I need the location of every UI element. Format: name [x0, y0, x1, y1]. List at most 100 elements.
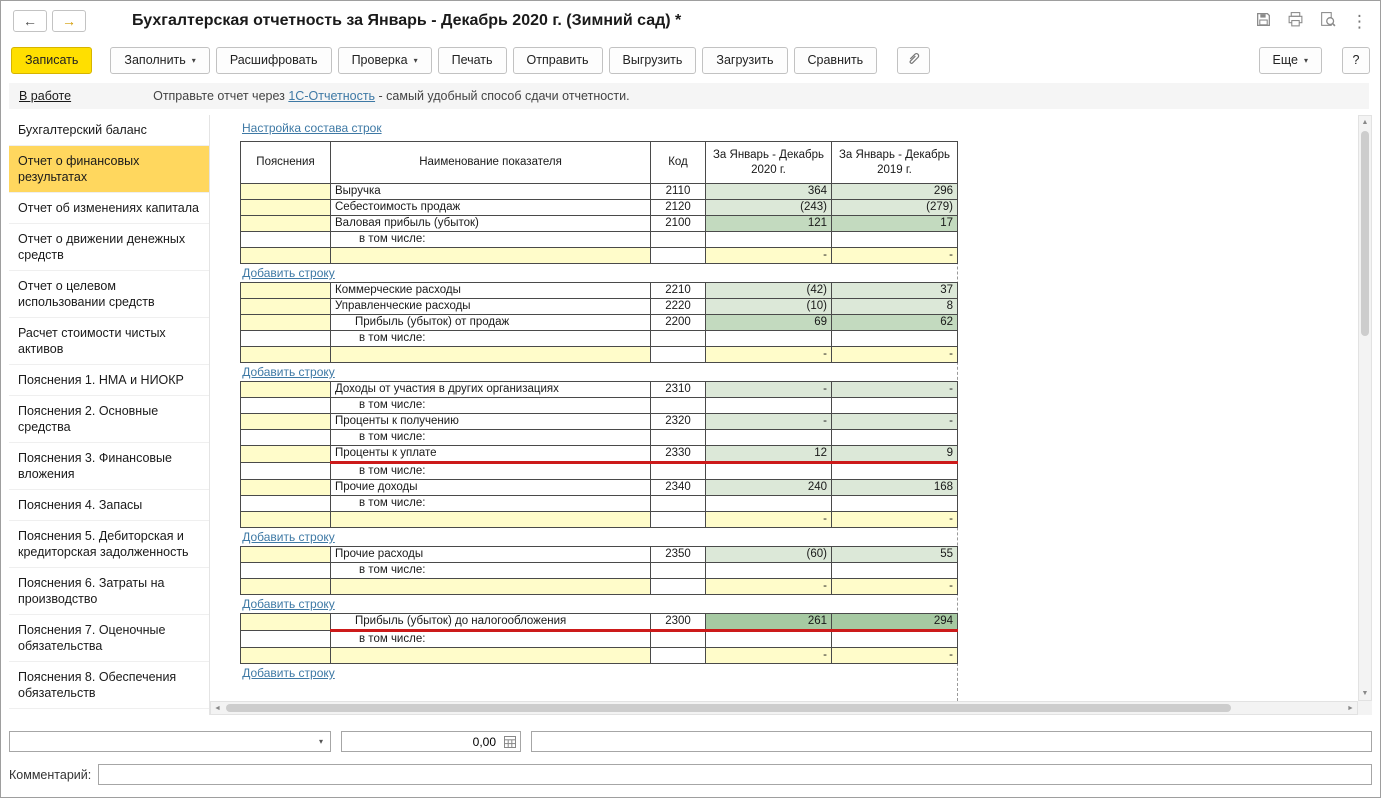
- add-row-link[interactable]: Добавить строку: [242, 266, 335, 280]
- value-2020-cell[interactable]: 12: [705, 445, 832, 464]
- more-button[interactable]: Еще ▾: [1258, 46, 1322, 74]
- add-row-link[interactable]: Добавить строку: [242, 530, 335, 544]
- print-button[interactable]: Печать: [437, 46, 507, 74]
- footer-combo-input[interactable]: [12, 732, 310, 751]
- sidebar-item[interactable]: Отчет об изменениях капитала: [9, 193, 209, 224]
- value-2019-cell[interactable]: 9: [831, 445, 958, 464]
- kebab-menu-icon[interactable]: ⋮: [1351, 13, 1368, 30]
- add-row-link[interactable]: Добавить строку: [242, 365, 335, 379]
- notes-cell[interactable]: [240, 346, 331, 363]
- value-2020-cell[interactable]: -: [705, 247, 832, 264]
- value-2019-cell[interactable]: -: [831, 381, 958, 398]
- value-2020-cell[interactable]: (243): [705, 199, 832, 216]
- scroll-right-icon[interactable]: ►: [1344, 702, 1357, 714]
- notes-cell[interactable]: [240, 199, 331, 216]
- code-cell[interactable]: 2300: [650, 613, 706, 632]
- value-2019-cell[interactable]: 37: [831, 282, 958, 299]
- footer-text-input[interactable]: [532, 732, 1371, 751]
- print-icon[interactable]: [1287, 11, 1304, 31]
- row-settings-link[interactable]: Настройка состава строк: [242, 121, 382, 135]
- indicator-name-cell[interactable]: [330, 647, 651, 664]
- value-2020-cell[interactable]: 261: [705, 613, 832, 632]
- value-2020-cell[interactable]: 240: [705, 479, 832, 496]
- indicator-name-cell[interactable]: Проценты к уплате: [330, 445, 651, 464]
- vertical-scrollbar[interactable]: ▲ ▼: [1358, 115, 1372, 701]
- value-2019-cell[interactable]: -: [831, 578, 958, 595]
- preview-icon[interactable]: [1319, 11, 1336, 31]
- sidebar-item[interactable]: Пояснения 1. НМА и НИОКР: [9, 365, 209, 396]
- forward-button[interactable]: →: [52, 10, 86, 32]
- footer-amount-field[interactable]: [341, 731, 521, 752]
- code-cell[interactable]: [650, 247, 706, 264]
- value-2020-cell[interactable]: 121: [705, 215, 832, 232]
- indicator-name-cell[interactable]: Прибыль (убыток) от продаж: [330, 314, 651, 331]
- notes-cell[interactable]: [240, 413, 331, 430]
- service-link[interactable]: 1С-Отчетность: [288, 89, 375, 103]
- value-2020-cell[interactable]: (42): [705, 282, 832, 299]
- value-2019-cell[interactable]: 62: [831, 314, 958, 331]
- sidebar-item[interactable]: Отчет о финансовых результатах: [9, 146, 209, 193]
- code-cell[interactable]: 2220: [650, 298, 706, 315]
- code-cell[interactable]: 2310: [650, 381, 706, 398]
- value-2019-cell[interactable]: 294: [831, 613, 958, 632]
- indicator-name-cell[interactable]: [330, 247, 651, 264]
- value-2019-cell[interactable]: -: [831, 413, 958, 430]
- value-2019-cell[interactable]: 8: [831, 298, 958, 315]
- code-cell[interactable]: 2100: [650, 215, 706, 232]
- check-button[interactable]: Проверка ▾: [337, 46, 432, 74]
- add-row-link[interactable]: Добавить строку: [242, 666, 335, 680]
- value-2019-cell[interactable]: -: [831, 647, 958, 664]
- code-cell[interactable]: [650, 511, 706, 528]
- value-2019-cell[interactable]: -: [831, 247, 958, 264]
- code-cell[interactable]: 2200: [650, 314, 706, 331]
- sidebar-item[interactable]: Пояснения 4. Запасы: [9, 490, 209, 521]
- sidebar-item[interactable]: Пояснения 6. Затраты на производство: [9, 568, 209, 615]
- export-button[interactable]: Выгрузить: [608, 46, 697, 74]
- add-row-link[interactable]: Добавить строку: [242, 597, 335, 611]
- notes-cell[interactable]: [240, 282, 331, 299]
- value-2019-cell[interactable]: -: [831, 346, 958, 363]
- sidebar-item[interactable]: Пояснения 5. Дебиторская и кредиторская …: [9, 521, 209, 568]
- code-cell[interactable]: [650, 647, 706, 664]
- notes-cell[interactable]: [240, 578, 331, 595]
- value-2020-cell[interactable]: (60): [705, 546, 832, 563]
- code-cell[interactable]: 2210: [650, 282, 706, 299]
- indicator-name-cell[interactable]: Коммерческие расходы: [330, 282, 651, 299]
- value-2020-cell[interactable]: -: [705, 511, 832, 528]
- save-icon[interactable]: [1255, 11, 1272, 31]
- value-2019-cell[interactable]: 17: [831, 215, 958, 232]
- attachment-button[interactable]: [897, 46, 931, 74]
- value-2020-cell[interactable]: -: [705, 381, 832, 398]
- comment-input[interactable]: [99, 765, 1371, 784]
- indicator-name-cell[interactable]: Выручка: [330, 183, 651, 200]
- value-2019-cell[interactable]: 55: [831, 546, 958, 563]
- fill-button[interactable]: Заполнить ▾: [110, 46, 210, 74]
- notes-cell[interactable]: [240, 183, 331, 200]
- indicator-name-cell[interactable]: Прочие расходы: [330, 546, 651, 563]
- decipher-button[interactable]: Расшифровать: [215, 46, 332, 74]
- notes-cell[interactable]: [240, 381, 331, 398]
- calculator-icon[interactable]: [500, 735, 520, 748]
- code-cell[interactable]: 2340: [650, 479, 706, 496]
- value-2020-cell[interactable]: (10): [705, 298, 832, 315]
- notes-cell[interactable]: [240, 647, 331, 664]
- sidebar-item[interactable]: Пояснения 8. Обеспечения обязательств: [9, 662, 209, 709]
- indicator-name-cell[interactable]: Доходы от участия в других организациях: [330, 381, 651, 398]
- notes-cell[interactable]: [240, 546, 331, 563]
- vertical-scroll-thumb[interactable]: [1361, 131, 1369, 336]
- indicator-name-cell[interactable]: Проценты к получению: [330, 413, 651, 430]
- notes-cell[interactable]: [240, 298, 331, 315]
- notes-cell[interactable]: [240, 479, 331, 496]
- value-2020-cell[interactable]: -: [705, 346, 832, 363]
- notes-cell[interactable]: [240, 445, 331, 463]
- indicator-name-cell[interactable]: [330, 511, 651, 528]
- value-2020-cell[interactable]: 364: [705, 183, 832, 200]
- horizontal-scroll-thumb[interactable]: [226, 704, 1231, 712]
- notes-cell[interactable]: [240, 247, 331, 264]
- scroll-down-icon[interactable]: ▼: [1359, 687, 1371, 700]
- sidebar-item[interactable]: Пояснения 7. Оценочные обязательства: [9, 615, 209, 662]
- horizontal-scrollbar[interactable]: ◄ ►: [210, 701, 1358, 715]
- send-button[interactable]: Отправить: [512, 46, 603, 74]
- value-2019-cell[interactable]: 168: [831, 479, 958, 496]
- amount-input[interactable]: [342, 734, 500, 749]
